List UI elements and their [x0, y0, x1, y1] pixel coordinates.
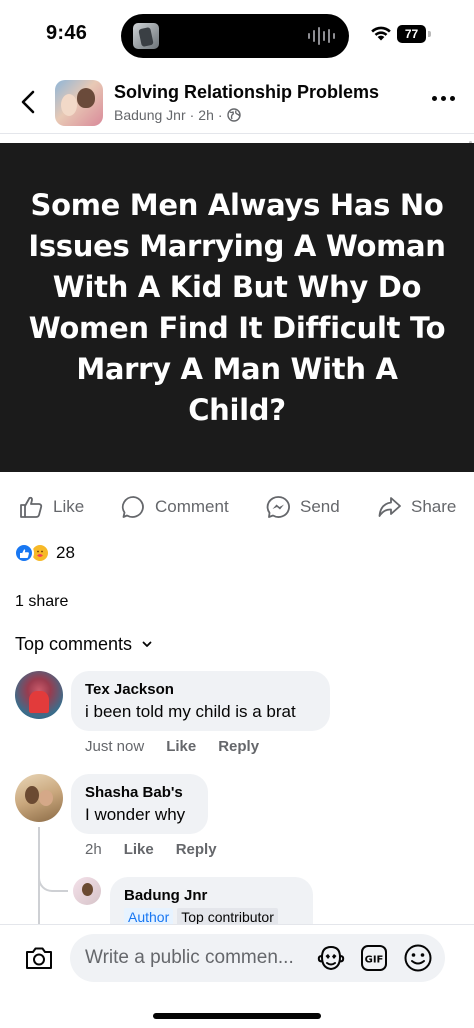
share-button[interactable]: Share — [377, 490, 456, 524]
chevron-down-icon — [142, 641, 152, 647]
now-playing-thumbnail — [133, 23, 159, 49]
like-reaction-icon — [14, 543, 34, 563]
reaction-summary[interactable]: 28 — [14, 541, 75, 565]
comment-actions: 2h Like Reply — [85, 841, 217, 858]
post-image[interactable]: Some Men Always Has No Issues Marrying A… — [0, 143, 474, 472]
audio-waveform-icon — [308, 26, 335, 46]
home-indicator[interactable] — [153, 1013, 321, 1019]
post-time[interactable]: 2h — [198, 107, 214, 123]
status-time: 9:46 — [46, 22, 88, 44]
comment-like-button[interactable]: Like — [124, 841, 154, 858]
comment-icon — [121, 496, 144, 518]
status-bar: 9:46 77 — [0, 0, 474, 70]
send-button[interactable]: Send — [266, 490, 340, 524]
comment-sort-dropdown[interactable]: Top comments — [15, 634, 152, 655]
avatar-sticker-icon[interactable] — [316, 944, 346, 972]
comment-composer: GIF — [0, 924, 474, 1028]
share-label: Share — [411, 497, 457, 516]
avatar[interactable] — [73, 877, 101, 905]
avatar[interactable] — [15, 774, 63, 822]
comment-author[interactable]: Tex Jackson — [85, 680, 316, 699]
send-label: Send — [300, 497, 340, 516]
post-actions: Like Comment Send Share — [0, 490, 474, 524]
wifi-icon — [371, 26, 391, 41]
gif-icon[interactable]: GIF — [360, 944, 388, 972]
reply-author[interactable]: Badung Jnr — [124, 886, 299, 905]
post-author[interactable]: Badung Jnr — [114, 107, 186, 123]
battery-level: 77 — [397, 25, 426, 43]
comment-like-button[interactable]: Like — [166, 738, 196, 755]
comment-sort-label: Top comments — [15, 634, 133, 654]
camera-icon[interactable] — [24, 945, 54, 971]
battery-icon: 77 — [397, 25, 431, 43]
back-icon[interactable] — [16, 88, 42, 116]
comment-time: 2h — [85, 841, 102, 858]
meta-separator: · — [217, 107, 223, 123]
like-button[interactable]: Like — [19, 490, 84, 524]
reaction-count: 28 — [56, 543, 75, 562]
comment-actions: Just now Like Reply — [85, 738, 259, 755]
thumbs-up-icon — [20, 496, 43, 518]
comment-bubble[interactable]: Tex Jackson i been told my child is a br… — [71, 671, 330, 731]
svg-text:GIF: GIF — [365, 955, 384, 966]
emoji-icon[interactable] — [403, 943, 433, 973]
reply-thread-connector — [38, 850, 68, 892]
comment-author[interactable]: Shasha Bab's — [85, 783, 194, 802]
post-image-text: Some Men Always Has No Issues Marrying A… — [28, 187, 446, 427]
comment-button[interactable]: Comment — [121, 490, 229, 524]
avatar[interactable] — [15, 671, 63, 719]
globe-icon — [226, 108, 241, 122]
meta-separator: · — [189, 107, 195, 123]
comment-input[interactable] — [70, 934, 445, 982]
page-title[interactable]: Solving Relationship Problems — [114, 82, 379, 103]
share-count[interactable]: 1 share — [15, 593, 68, 611]
reply-bubble[interactable]: Badung Jnr Author Top contributor — [110, 877, 313, 927]
dynamic-island[interactable] — [121, 14, 349, 58]
page-avatar[interactable] — [55, 80, 103, 126]
comment-reply-button[interactable]: Reply — [176, 841, 217, 858]
messenger-icon — [266, 496, 290, 518]
comment-time: Just now — [85, 738, 145, 755]
comment-reply-button[interactable]: Reply — [218, 738, 259, 755]
like-label: Like — [53, 497, 85, 516]
post-meta: Badung Jnr · 2h · — [114, 107, 241, 123]
comment-text: I wonder why — [85, 805, 186, 824]
comment-label: Comment — [155, 497, 229, 516]
more-options-icon[interactable] — [432, 96, 455, 101]
comment-text: i been told my child is a brat — [85, 702, 296, 721]
comment-bubble[interactable]: Shasha Bab's I wonder why — [71, 774, 208, 834]
share-icon — [378, 497, 401, 517]
post-header: Solving Relationship Problems Badung Jnr… — [0, 70, 474, 134]
